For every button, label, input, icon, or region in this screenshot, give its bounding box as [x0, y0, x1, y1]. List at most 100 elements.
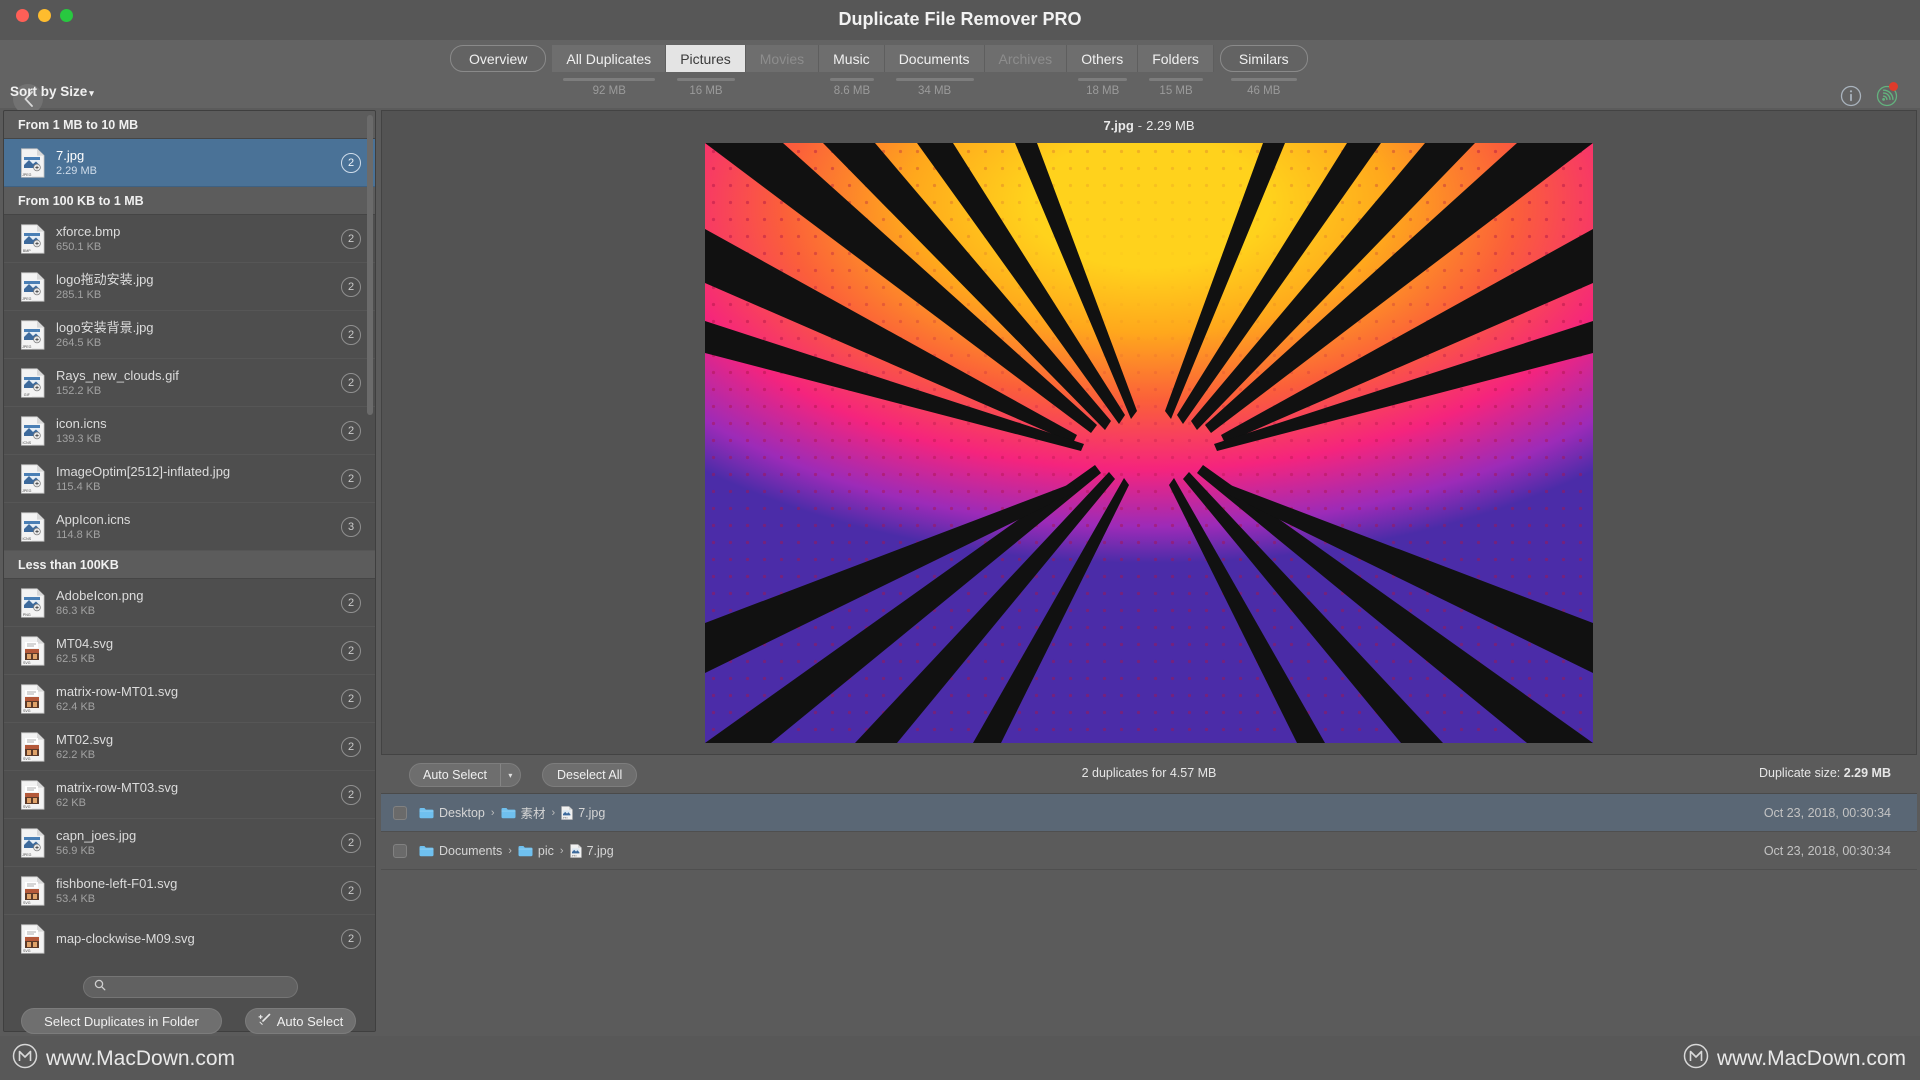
file-size: 2.29 MB: [56, 164, 97, 177]
tab-all-duplicates[interactable]: All Duplicates: [552, 45, 667, 72]
path-segment: Desktop: [419, 806, 485, 820]
svg-text:SVG: SVG: [23, 901, 31, 905]
path-segment: JPEG 7.jpg: [569, 843, 614, 858]
file-size: 264.5 KB: [56, 336, 102, 349]
path-segment-label: Documents: [439, 843, 503, 858]
file-type-icon: JPEG: [20, 463, 46, 494]
preview-filename: 7.jpg: [1103, 117, 1134, 133]
category-tab-bar[interactable]: Overview All Duplicates Pictures Movies Musi…: [444, 45, 1314, 72]
sidebar-scrollbar[interactable]: [367, 115, 373, 415]
file-list-item[interactable]: SVG matrix-row-MT03.svg 62 KB 2: [4, 771, 375, 819]
tab-pictures[interactable]: Pictures: [666, 45, 746, 72]
svg-text:JPEG: JPEG: [22, 297, 32, 301]
tab-others[interactable]: Others: [1067, 45, 1139, 72]
file-list-item[interactable]: ICNS AppIcon.icns 114.8 KB 3: [4, 503, 375, 551]
file-list-item[interactable]: GIF Rays_new_clouds.gif 152.2 KB 2: [4, 359, 375, 407]
file-list-item[interactable]: JPEG ImageOptim[2512]-inflated.jpg 115.4 …: [4, 455, 375, 503]
file-type-icon: SVG: [20, 875, 46, 906]
svg-text:JPEG: JPEG: [563, 817, 568, 819]
duplicate-row-checkbox[interactable]: [393, 805, 407, 820]
file-list[interactable]: From 1 MB to 10 MB JPEG 7.jpg 2.29 MB 2 Fro…: [4, 111, 375, 964]
duplicates-details-panel: Auto Select ▾ Deselect All 2 duplicates …: [381, 755, 1917, 1032]
preview-separator: -: [1137, 117, 1143, 133]
duplicate-count-badge: 2: [341, 276, 361, 297]
file-size: 152.2 KB: [56, 384, 102, 397]
tab-documents[interactable]: Documents: [884, 45, 985, 72]
file-list-item[interactable]: JPEG capn_joes.jpg 56.9 KB 2: [4, 819, 375, 867]
tab-size-label: 46 MB: [1247, 85, 1281, 97]
file-name: logo安装背景.jpg: [56, 319, 154, 335]
tab-size-bar: [1078, 78, 1128, 81]
duplicate-count-badge: 2: [341, 420, 361, 441]
watermark-right-text: www.MacDown.com: [1716, 1046, 1906, 1070]
search-box[interactable]: [83, 976, 298, 998]
tab-similars[interactable]: Similars: [1219, 45, 1308, 72]
file-size: 86.3 KB: [56, 604, 96, 617]
path-segment-label: Desktop: [439, 805, 485, 820]
duplicate-row[interactable]: Desktop › 素材 › JPEG 7.jpg Oct 23, 2018, 00:…: [381, 794, 1917, 832]
duplicate-row-checkbox[interactable]: [393, 843, 407, 858]
file-list-item[interactable]: PNG AdobeIcon.png 86.3 KB 2: [4, 579, 375, 627]
file-type-icon: ICNS: [20, 415, 46, 446]
macdown-logo-icon: [1683, 1043, 1709, 1074]
file-name: matrix-row-MT03.svg: [56, 779, 179, 795]
tab-folders[interactable]: Folders: [1138, 45, 1214, 72]
tab-size-pictures: 16 MB: [666, 78, 746, 97]
watermark-right: www.MacDown.com: [1683, 1043, 1906, 1074]
svg-text:ICNS: ICNS: [23, 441, 32, 445]
title-bar: Duplicate File Remover PRO: [0, 0, 1920, 40]
path-segment: 素材: [501, 803, 546, 822]
file-size: 62 KB: [56, 796, 86, 809]
path-segment-label: pic: [537, 843, 554, 858]
tab-size-label: 34 MB: [917, 85, 952, 97]
duplicate-row-date: Oct 23, 2018, 00:30:34: [1763, 805, 1891, 820]
duplicate-count-badge: 2: [341, 228, 361, 249]
svg-text:SVG: SVG: [23, 805, 31, 809]
svg-text:JPEG: JPEG: [571, 855, 576, 857]
watermark-footer: www.MacDown.com www.MacDown.com: [0, 1036, 1920, 1080]
file-list-item[interactable]: SVG MT02.svg 62.2 KB 2: [4, 723, 375, 771]
search-input[interactable]: [112, 980, 282, 994]
tab-size-others: 18 MB: [1067, 78, 1138, 97]
svg-text:SVG: SVG: [23, 949, 31, 953]
file-list-item[interactable]: BMP xforce.bmp 650.1 KB 2: [4, 215, 375, 263]
path-separator-icon: ›: [490, 806, 495, 819]
duplicates-summary: 2 duplicates for 4.57 MB: [1081, 766, 1217, 780]
file-size: 285.1 KB: [56, 288, 102, 301]
burst-rays-overlay: [705, 143, 1593, 743]
path-segment-label: 素材: [520, 807, 546, 821]
tab-size-bar: [677, 78, 735, 81]
file-list-item[interactable]: SVG matrix-row-MT01.svg 62.4 KB 2: [4, 675, 375, 723]
duplicate-row[interactable]: Documents › pic › JPEG 7.jpg Oct 23, 2018, …: [381, 832, 1917, 870]
tab-music[interactable]: Music: [819, 45, 885, 72]
tab-size-label: 16 MB: [689, 85, 723, 97]
file-list-item[interactable]: SVG map-clockwise-M09.svg 2: [4, 915, 375, 963]
select-duplicates-in-folder-button[interactable]: Select Duplicates in Folder: [21, 1008, 222, 1034]
svg-text:SVG: SVG: [23, 757, 31, 761]
auto-select-button[interactable]: Auto Select: [245, 1008, 356, 1034]
sort-by-control[interactable]: Sort by Size ▾: [10, 84, 94, 99]
file-list-item[interactable]: SVG MT04.svg 62.5 KB 2: [4, 627, 375, 675]
preview-filesize: 2.29 MB: [1146, 117, 1195, 133]
tab-size-label: 8.6 MB: [833, 85, 871, 97]
file-type-icon: JPEG: [20, 827, 46, 858]
path-segment-label: 7.jpg: [586, 843, 614, 858]
svg-text:JPEG: JPEG: [22, 489, 32, 493]
file-list-item[interactable]: JPEG logo拖动安装.jpg 285.1 KB 2: [4, 263, 375, 311]
file-list-item[interactable]: JPEG 7.jpg 2.29 MB 2: [4, 139, 375, 187]
duplicate-path: Desktop › 素材 › JPEG 7.jpg: [419, 803, 605, 822]
duplicate-count-badge: 2: [341, 784, 361, 805]
tab-size-label: 18 MB: [1086, 85, 1120, 97]
folder-icon: [419, 807, 434, 819]
tab-size-bar: [895, 78, 974, 81]
tab-overview[interactable]: Overview: [450, 45, 547, 72]
duplicate-rows: Desktop › 素材 › JPEG 7.jpg Oct 23, 2018, 00:…: [381, 794, 1917, 870]
duplicate-count-badge: 2: [341, 688, 361, 709]
info-circle-icon[interactable]: [1840, 85, 1862, 112]
file-list-item[interactable]: SVG fishbone-left-F01.svg 53.4 KB 2: [4, 867, 375, 915]
file-list-item[interactable]: ICNS icon.icns 139.3 KB 2: [4, 407, 375, 455]
file-type-icon: JPEG: [20, 271, 46, 302]
file-list-item[interactable]: JPEG logo安装背景.jpg 264.5 KB 2: [4, 311, 375, 359]
comic-halftone-burst-image: [705, 143, 1593, 743]
preview-image-container: [705, 143, 1593, 743]
